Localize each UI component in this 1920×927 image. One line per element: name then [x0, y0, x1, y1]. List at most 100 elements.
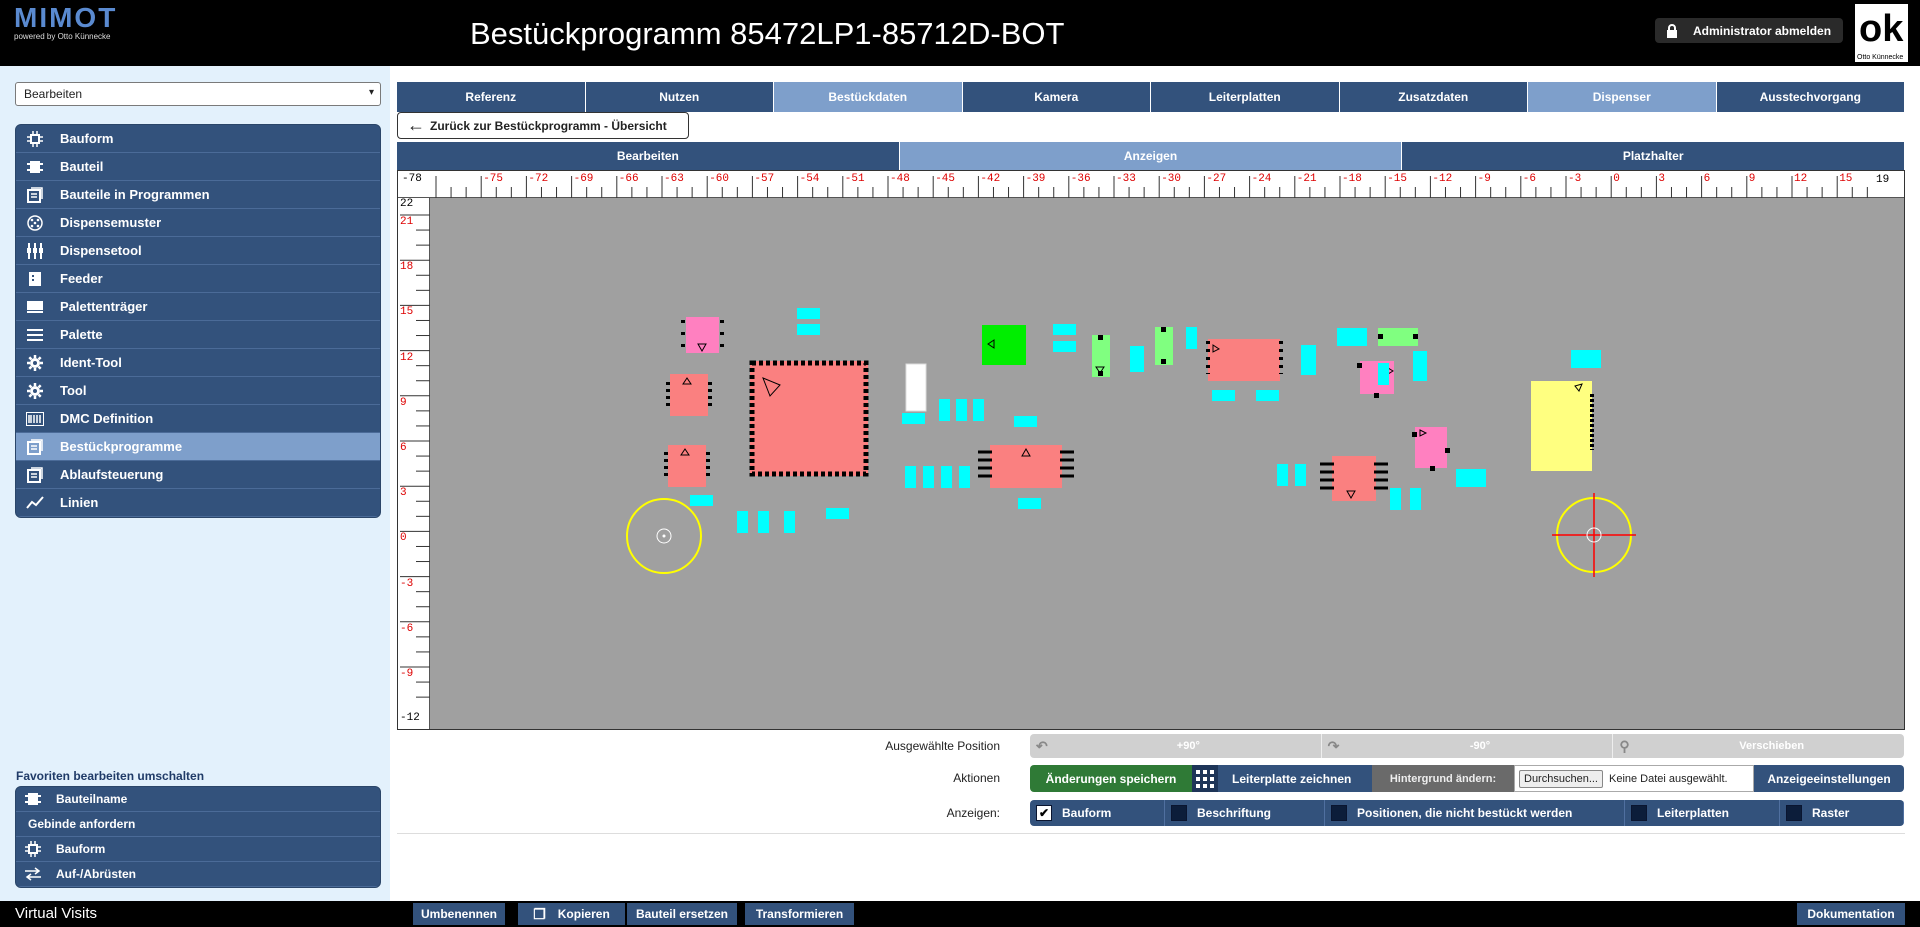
sidebar-item-feeder[interactable]: Feeder: [16, 265, 380, 293]
favorite-item-bauteilname[interactable]: Bauteilname: [16, 787, 380, 812]
component-soic-1[interactable]: [978, 445, 1074, 488]
dot-pattern-icon: [24, 214, 46, 232]
fiducial-right[interactable]: [1552, 493, 1636, 577]
copy-button[interactable]: ❐ Kopieren: [518, 903, 625, 925]
sidebar-item-ablaufsteuerung[interactable]: Ablaufsteuerung: [16, 461, 380, 489]
display-settings-button[interactable]: Anzeigeeinstellungen: [1754, 765, 1904, 792]
subtab-bearbeiten[interactable]: Bearbeiten: [397, 142, 900, 170]
background-file-input: Durchsuchen... Keine Datei ausgewählt.: [1514, 765, 1754, 792]
checkbox-checked-icon[interactable]: ✔: [1036, 805, 1052, 821]
rename-button[interactable]: Umbenennen: [413, 903, 505, 925]
rotate-plus-label: +90°: [1176, 740, 1200, 752]
component-pink-1[interactable]: [681, 317, 724, 353]
tab-leiterplatten[interactable]: Leiterplatten: [1151, 82, 1340, 112]
sidebar-item-bauform[interactable]: Bauform: [16, 125, 380, 153]
ruler-top-label: -48: [890, 173, 910, 185]
sidebar-item-palette[interactable]: Palette: [16, 321, 380, 349]
sidebar-item-label: Linien: [60, 495, 99, 510]
back-to-overview-button[interactable]: ← Zurück zur Bestückprogramm - Übersicht: [397, 112, 689, 139]
list-icon: [24, 186, 46, 204]
show-option-positionen-die-nicht-best-ckt-[interactable]: Positionen, die nicht bestückt werden: [1325, 800, 1625, 826]
tab-zusatzdaten[interactable]: Zusatzdaten: [1339, 82, 1528, 112]
rotate-plus-button[interactable]: ↶ +90°: [1030, 734, 1322, 758]
show-option-raster[interactable]: Raster: [1780, 800, 1904, 826]
documentation-button[interactable]: Dokumentation: [1797, 903, 1905, 925]
app-name: Virtual Visits: [15, 905, 97, 922]
sidebar: Bearbeiten ▾ Bauform Bauteil Bauteile in P…: [0, 66, 390, 901]
show-option-beschriftung[interactable]: Beschriftung: [1165, 800, 1325, 826]
subtab-anzeigen[interactable]: Anzeigen: [899, 142, 1403, 170]
sidebar-item-dmc-definition[interactable]: DMC Definition: [16, 405, 380, 433]
draw-board-button[interactable]: Leiterplatte zeichnen: [1192, 765, 1372, 792]
component-green-3[interactable]: [1155, 327, 1173, 365]
component-ic-2[interactable]: [664, 445, 710, 487]
ruler-top-label: 6: [1703, 173, 1711, 185]
component-soic-2[interactable]: [1320, 456, 1388, 501]
tab-referenz[interactable]: Referenz: [397, 82, 586, 112]
chevron-down-icon: ▾: [368, 87, 374, 98]
checkbox-icon[interactable]: [1631, 805, 1647, 821]
sidebar-item-label: Feeder: [60, 271, 103, 286]
sidebar-item-bauteile-in-programmen[interactable]: Bauteile in Programmen: [16, 181, 380, 209]
sidebar-item-bauteil[interactable]: Bauteil: [16, 153, 380, 181]
tab-nutzen[interactable]: Nutzen: [585, 82, 774, 112]
ruler-left-label: 6: [400, 442, 407, 454]
mode-select[interactable]: Bearbeiten ▾: [15, 82, 381, 106]
sidebar-item-label: DMC Definition: [60, 411, 154, 426]
tab-best-ckdaten[interactable]: Bestückdaten: [774, 82, 963, 112]
ruler-top-label: 12: [1794, 173, 1808, 185]
sidebar-item-tool[interactable]: Tool: [16, 377, 380, 405]
tab-dispenser[interactable]: Dispenser: [1528, 82, 1717, 112]
component-green-1[interactable]: [982, 325, 1026, 365]
component-qfp-large[interactable]: [749, 360, 869, 477]
checkbox-icon[interactable]: [1786, 805, 1802, 821]
tab-kamera[interactable]: Kamera: [962, 82, 1151, 112]
sidebar-item-dispensemuster[interactable]: Dispensemuster: [16, 209, 380, 237]
tab-ausstechvorgang[interactable]: Ausstechvorgang: [1716, 82, 1905, 112]
rotate-minus-button[interactable]: ↷ -90°: [1322, 734, 1614, 758]
component-green-4[interactable]: [1378, 328, 1418, 346]
browse-button[interactable]: Durchsuchen...: [1519, 769, 1603, 788]
transform-button[interactable]: Transformieren: [745, 903, 854, 925]
checkbox-icon[interactable]: [1171, 805, 1187, 821]
ruler-top-label: -60: [709, 173, 729, 185]
component-ic-1[interactable]: [666, 374, 712, 416]
sidebar-item-palettentr-ger[interactable]: Palettenträger: [16, 293, 380, 321]
ruler-top-label: -27: [1206, 173, 1227, 185]
ruler-top-label: -24: [1251, 173, 1272, 185]
component-icon: [22, 791, 44, 807]
ruler-top-label: -54: [799, 173, 820, 185]
favorites-toggle[interactable]: Favoriten bearbeiten umschalten: [16, 769, 204, 783]
sidebar-item-ident-tool[interactable]: Ident-Tool: [16, 349, 380, 377]
save-changes-button[interactable]: Änderungen speichern: [1030, 765, 1192, 792]
logout-button[interactable]: Administrator abmelden: [1655, 18, 1843, 43]
component-green-2[interactable]: [1092, 335, 1110, 377]
component-yellow[interactable]: [1531, 381, 1594, 471]
show-option-label: Leiterplatten: [1657, 806, 1730, 820]
show-option-bauform[interactable]: ✔ Bauform: [1030, 800, 1165, 826]
board-area[interactable]: [430, 198, 1904, 729]
actions-label: Aktionen: [953, 771, 1000, 785]
sidebar-item-linien[interactable]: Linien: [16, 489, 380, 517]
replace-component-button[interactable]: Bauteil ersetzen: [627, 903, 737, 925]
component-pink-3[interactable]: [1412, 427, 1450, 471]
subtab-platzhalter[interactable]: Platzhalter: [1402, 142, 1906, 170]
checkbox-icon[interactable]: [1331, 805, 1347, 821]
favorite-item-auf-abr-sten[interactable]: Auf-/Abrüsten: [16, 862, 380, 887]
show-option-leiterplatten[interactable]: Leiterplatten: [1625, 800, 1780, 826]
ruler-left-start: 22: [400, 198, 414, 210]
move-button[interactable]: ⚲ Verschieben: [1613, 734, 1904, 758]
placement-canvas[interactable]: -78 19 -75 -72 -69 -66 -63 -60 -57 -54 -51 -48 -45…: [397, 170, 1905, 730]
logout-label: Administrator abmelden: [1693, 23, 1832, 38]
sidebar-item-label: Bauteile in Programmen: [60, 187, 210, 202]
sidebar-item-best-ckprogramme[interactable]: Bestückprogramme: [16, 433, 380, 461]
show-label: Anzeigen:: [946, 806, 1000, 820]
component-white[interactable]: [905, 363, 927, 412]
favorite-item-bauform[interactable]: Bauform: [16, 837, 380, 862]
fiducial-left[interactable]: [626, 498, 702, 574]
favorite-item-gebinde-anfordern[interactable]: Gebinde anfordern: [16, 812, 380, 837]
brand-logo-subtitle: Otto Künnecke: [1857, 54, 1904, 61]
component-ic-3[interactable]: [1206, 339, 1283, 381]
ruler-top-label: -12: [1432, 173, 1453, 185]
sidebar-item-dispensetool[interactable]: Dispensetool: [16, 237, 380, 265]
